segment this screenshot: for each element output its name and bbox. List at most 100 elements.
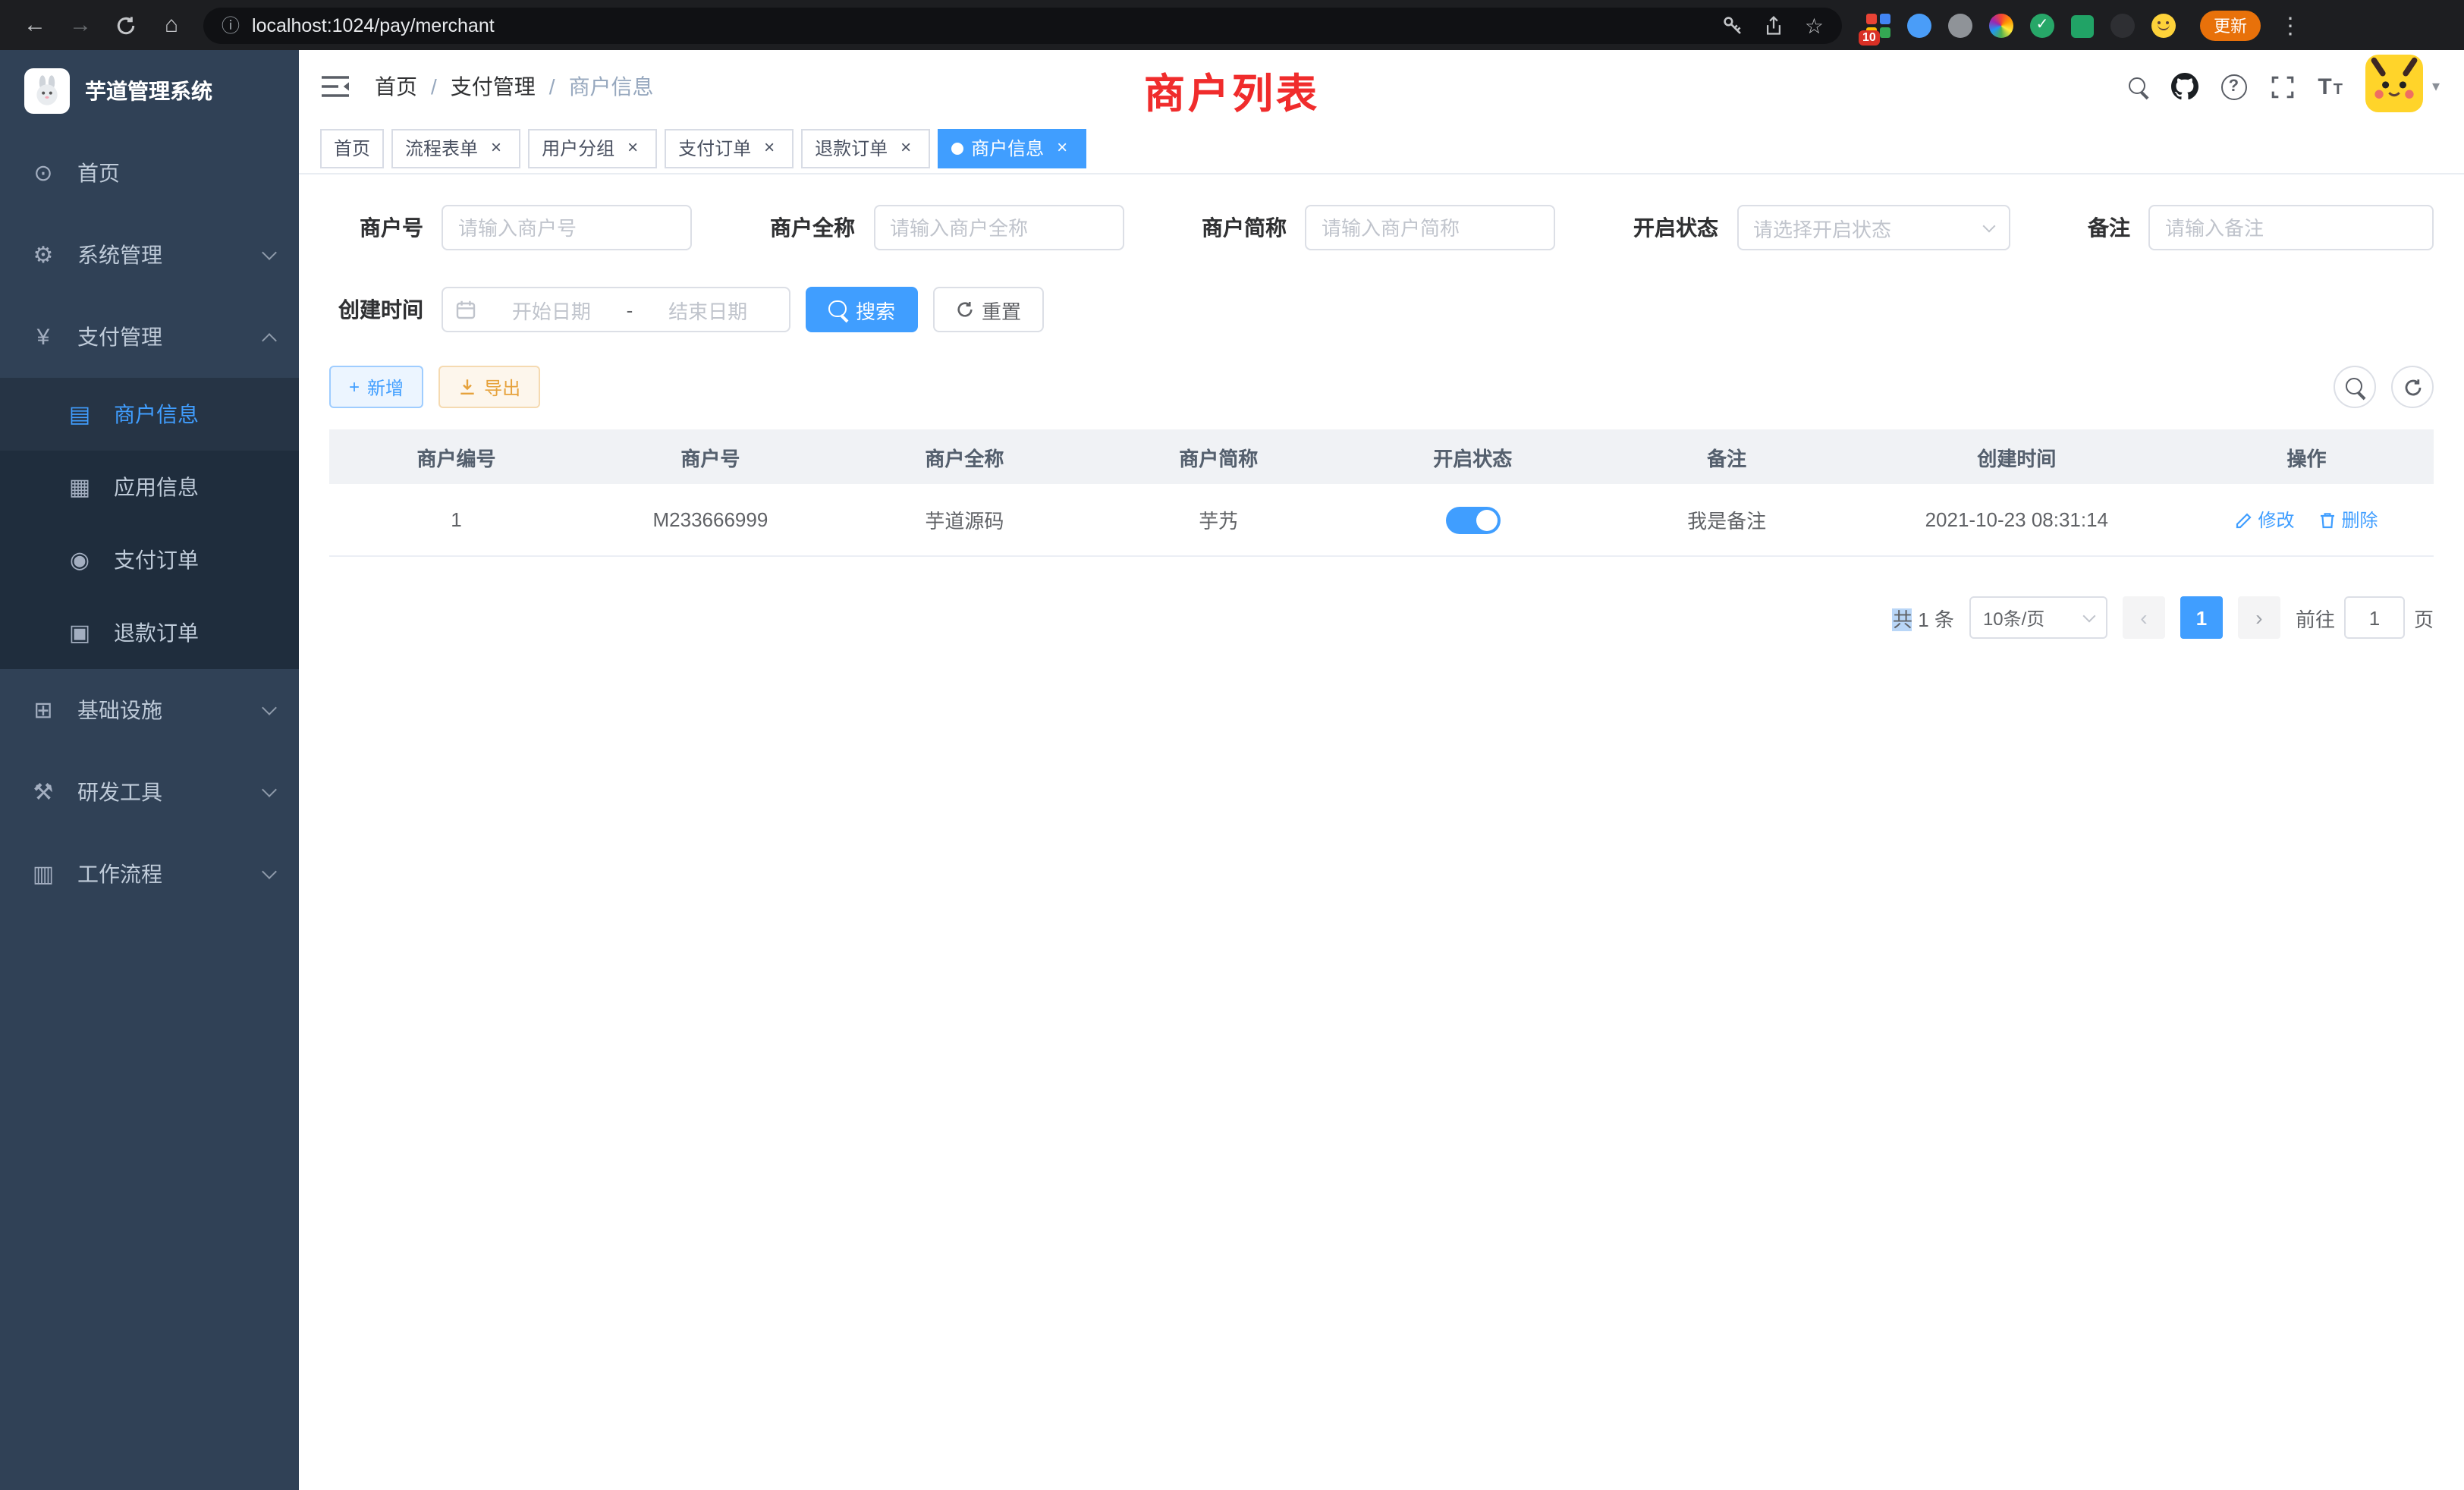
sidebar-item-label: 应用信息: [114, 472, 275, 502]
tab-home[interactable]: 首页: [320, 128, 384, 168]
logo-rabbit-icon: [24, 68, 70, 114]
browser-update-button[interactable]: 更新: [2200, 10, 2261, 40]
reset-button[interactable]: 重置: [933, 287, 1044, 332]
sidebar-item-system[interactable]: ⚙ 系统管理: [0, 214, 299, 296]
current-page-button[interactable]: 1: [2180, 596, 2223, 639]
fullscreen-icon[interactable]: [2269, 74, 2295, 99]
sidebar-item-infrastructure[interactable]: ⊞ 基础设施: [0, 669, 299, 751]
total-count: 共 1 条: [1893, 603, 1954, 632]
breadcrumb-separator: /: [549, 74, 555, 99]
tab-process-form[interactable]: 流程表单 ×: [391, 128, 520, 168]
extension-pin-icon[interactable]: [2110, 13, 2135, 37]
full-name-input[interactable]: [873, 205, 1124, 250]
sidebar-item-merchant-info[interactable]: ▤ 商户信息: [0, 378, 299, 451]
site-info-icon[interactable]: ⓘ: [222, 12, 240, 38]
tab-close-icon[interactable]: ×: [486, 137, 507, 159]
search-button[interactable]: 搜索: [806, 287, 918, 332]
yen-icon: ¥: [30, 324, 56, 350]
page-unit-label: 页: [2414, 603, 2434, 632]
tags-view-bar: 首页 流程表单 × 用户分组 × 支付订单 × 退款订单 ×: [299, 123, 2464, 174]
share-icon[interactable]: [1764, 14, 1785, 36]
github-icon[interactable]: [2170, 73, 2198, 100]
sidebar-item-payment[interactable]: ¥ 支付管理: [0, 296, 299, 378]
delete-link[interactable]: 删除: [2319, 507, 2378, 533]
browser-reload-icon[interactable]: [106, 5, 146, 45]
browser-forward-icon[interactable]: →: [61, 5, 100, 45]
tab-close-icon[interactable]: ×: [895, 137, 916, 159]
tab-pay-order[interactable]: 支付订单 ×: [665, 128, 794, 168]
sidebar-item-devtools[interactable]: ⚒ 研发工具: [0, 751, 299, 833]
sidebar-item-refund-order[interactable]: ▣ 退款订单: [0, 596, 299, 669]
merchant-no-input[interactable]: [442, 205, 692, 250]
date-range-picker[interactable]: 开始日期 - 结束日期: [442, 287, 790, 332]
chevron-down-icon: [2082, 609, 2095, 622]
extension-note-icon[interactable]: [2071, 14, 2094, 37]
prev-page-button[interactable]: ‹: [2123, 596, 2165, 639]
sidebar-logo[interactable]: 芋道管理系统: [0, 50, 299, 132]
chevron-up-icon: [262, 332, 277, 347]
sidebar-item-home[interactable]: ⊙ 首页: [0, 132, 299, 214]
sidebar-collapse-icon[interactable]: [320, 74, 350, 99]
browser-menu-icon[interactable]: ⋮: [2279, 11, 2302, 39]
user-menu[interactable]: ▾: [2365, 54, 2440, 119]
search-icon: [828, 300, 848, 319]
tab-label: 用户分组: [542, 135, 614, 161]
tab-refund-order[interactable]: 退款订单 ×: [801, 128, 930, 168]
remark-input[interactable]: [2148, 205, 2434, 250]
page-size-select[interactable]: 10条/页: [1969, 596, 2107, 639]
col-header: 商户号: [583, 442, 838, 471]
bookmark-star-icon[interactable]: ☆: [1805, 14, 1824, 36]
browser-back-icon[interactable]: ←: [15, 5, 55, 45]
dashboard-icon: ⊙: [30, 159, 56, 187]
browser-home-icon[interactable]: ⌂: [152, 5, 191, 45]
breadcrumb-home[interactable]: 首页: [375, 71, 417, 102]
sidebar-item-app-info[interactable]: ▦ 应用信息: [0, 451, 299, 523]
edit-link[interactable]: 修改: [2235, 507, 2294, 533]
sidebar-item-label: 退款订单: [114, 618, 275, 648]
sidebar-item-pay-order[interactable]: ◉ 支付订单: [0, 523, 299, 596]
url-bar[interactable]: ⓘ localhost:1024/pay/merchant ☆: [203, 7, 1842, 43]
breadcrumb-payment[interactable]: 支付管理: [451, 71, 536, 102]
page-size-value: 10条/页: [1983, 605, 2044, 630]
tab-close-icon[interactable]: ×: [1051, 137, 1073, 159]
user-avatar: [2365, 54, 2423, 119]
help-icon[interactable]: ?: [2220, 74, 2246, 99]
tab-merchant-info[interactable]: 商户信息 ×: [938, 128, 1086, 168]
goto-page-input[interactable]: [2344, 596, 2405, 639]
export-button[interactable]: 导出: [438, 366, 540, 408]
password-key-icon[interactable]: [1723, 14, 1744, 36]
status-select-placeholder: 请选择开启状态: [1753, 213, 1891, 242]
cell-create-time: 2021-10-23 08:31:14: [1854, 508, 2180, 531]
tab-label: 退款订单: [815, 135, 888, 161]
breadcrumb-current: 商户信息: [569, 71, 654, 102]
sidebar-item-label: 研发工具: [77, 777, 264, 807]
col-header: 创建时间: [1854, 442, 2180, 471]
next-page-button[interactable]: ›: [2238, 596, 2280, 639]
status-select[interactable]: 请选择开启状态: [1736, 205, 2010, 250]
short-name-input[interactable]: [1305, 205, 1555, 250]
table-header-row: 商户编号 商户号 商户全称 商户简称 开启状态 备注 创建时间 操作: [329, 429, 2434, 484]
extension-check-icon[interactable]: ✓: [2030, 13, 2054, 37]
col-header: 备注: [1600, 442, 1854, 471]
chevron-down-icon: [262, 864, 277, 879]
extension-colorwheel-icon[interactable]: [1989, 13, 2013, 37]
extension-grid-icon[interactable]: 10: [1866, 13, 1890, 37]
status-toggle[interactable]: [1445, 506, 1500, 533]
extension-drop-icon[interactable]: [1907, 13, 1931, 37]
extension-gray-icon[interactable]: [1948, 13, 1972, 37]
profile-avatar-icon[interactable]: [2151, 13, 2176, 37]
sidebar-item-label: 首页: [77, 158, 275, 188]
page-content: 商户号 商户全称 商户简称 开启状态 请选择开启状态: [299, 174, 2464, 1490]
cell-merchant-no: M233666999: [583, 508, 838, 531]
toggle-search-icon[interactable]: [2334, 366, 2376, 408]
refresh-table-icon[interactable]: [2391, 366, 2434, 408]
tab-close-icon[interactable]: ×: [759, 137, 780, 159]
sidebar-item-label: 工作流程: [77, 859, 264, 889]
tab-user-group[interactable]: 用户分组 ×: [528, 128, 657, 168]
header-search-icon[interactable]: [2128, 77, 2148, 96]
tab-close-icon[interactable]: ×: [622, 137, 643, 159]
font-size-icon[interactable]: TT: [2318, 74, 2343, 99]
sidebar-item-workflow[interactable]: ▥ 工作流程: [0, 833, 299, 915]
extension-badge: 10: [1859, 30, 1880, 45]
add-button[interactable]: + 新增: [329, 366, 423, 408]
